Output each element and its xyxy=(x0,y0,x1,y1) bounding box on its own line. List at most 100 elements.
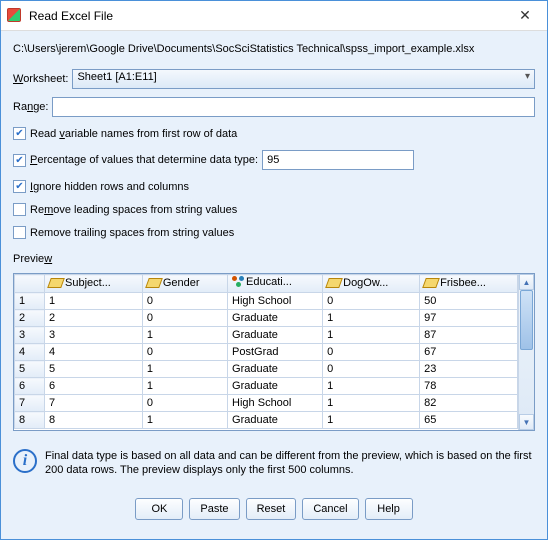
table-row[interactable]: 110High School050 xyxy=(15,293,518,310)
column-label: Educati... xyxy=(246,276,292,288)
table-row[interactable]: 661Graduate178 xyxy=(15,378,518,395)
column-label: Subject... xyxy=(65,277,111,289)
cell[interactable]: 1 xyxy=(323,327,420,344)
row-header[interactable]: 6 xyxy=(15,378,45,395)
cell[interactable]: 87 xyxy=(420,327,518,344)
table-row[interactable]: 881Graduate165 xyxy=(15,412,518,429)
cell[interactable]: 0 xyxy=(323,293,420,310)
row-header[interactable]: 7 xyxy=(15,395,45,412)
cell[interactable]: 1 xyxy=(142,412,227,429)
cell[interactable]: 50 xyxy=(420,293,518,310)
column-header[interactable]: Frisbee... xyxy=(420,275,518,293)
read-varnames-checkbox[interactable] xyxy=(13,127,26,140)
ignore-hidden-checkbox[interactable] xyxy=(13,180,26,193)
ignore-hidden-label: Ignore hidden rows and columns xyxy=(30,181,189,193)
cell[interactable]: 0 xyxy=(142,344,227,361)
cell[interactable]: PostGrad xyxy=(228,344,323,361)
cell[interactable]: Graduate xyxy=(228,378,323,395)
cancel-button[interactable]: Cancel xyxy=(302,498,358,520)
table-row[interactable]: 770High School182 xyxy=(15,395,518,412)
file-path: C:\Users\jerem\Google Drive\Documents\So… xyxy=(13,43,535,55)
cell[interactable]: 5 xyxy=(45,361,143,378)
ok-button[interactable]: OK xyxy=(135,498,183,520)
remove-leading-checkbox[interactable] xyxy=(13,203,26,216)
cell[interactable]: 1 xyxy=(323,412,420,429)
cell[interactable]: 78 xyxy=(420,378,518,395)
scroll-up-icon[interactable]: ▲ xyxy=(519,274,534,290)
titlebar: Read Excel File ✕ xyxy=(1,1,547,31)
cell[interactable]: Graduate xyxy=(228,310,323,327)
remove-leading-label: Remove leading spaces from string values xyxy=(30,204,237,216)
table-row[interactable]: 220Graduate197 xyxy=(15,310,518,327)
scroll-down-icon[interactable]: ▼ xyxy=(519,414,534,430)
app-icon xyxy=(7,8,23,24)
preview-label: Preview xyxy=(13,253,535,265)
column-header[interactable]: DogOw... xyxy=(323,275,420,293)
pct-values-input[interactable] xyxy=(262,150,414,170)
cell[interactable]: 23 xyxy=(420,361,518,378)
cell[interactable]: 0 xyxy=(142,395,227,412)
pct-values-checkbox[interactable] xyxy=(13,154,26,167)
worksheet-label: Worksheet: xyxy=(13,73,68,85)
cell[interactable]: Graduate xyxy=(228,361,323,378)
cell[interactable]: 1 xyxy=(142,378,227,395)
cell[interactable]: 1 xyxy=(142,327,227,344)
cell[interactable]: High School xyxy=(228,293,323,310)
cell[interactable]: 3 xyxy=(45,327,143,344)
range-label: Range: xyxy=(13,101,48,113)
corner-cell xyxy=(15,275,45,293)
cell[interactable]: 8 xyxy=(45,412,143,429)
cell[interactable]: 7 xyxy=(45,395,143,412)
cell[interactable]: 0 xyxy=(323,361,420,378)
read-varnames-label: Read variable names from first row of da… xyxy=(30,128,237,140)
cell[interactable]: 1 xyxy=(323,395,420,412)
ruler-icon xyxy=(327,278,341,288)
cell[interactable]: 2 xyxy=(45,310,143,327)
ruler-icon xyxy=(424,278,438,288)
cell[interactable]: 1 xyxy=(323,310,420,327)
remove-trailing-checkbox[interactable] xyxy=(13,226,26,239)
row-header[interactable]: 4 xyxy=(15,344,45,361)
cell[interactable]: 67 xyxy=(420,344,518,361)
cell[interactable]: 65 xyxy=(420,412,518,429)
cell[interactable]: Graduate xyxy=(228,327,323,344)
paste-button[interactable]: Paste xyxy=(189,498,239,520)
reset-button[interactable]: Reset xyxy=(246,498,297,520)
column-header[interactable]: Gender xyxy=(142,275,227,293)
cell[interactable]: 6 xyxy=(45,378,143,395)
column-header[interactable]: Subject... xyxy=(45,275,143,293)
column-header[interactable]: Educati... xyxy=(228,275,323,293)
row-header[interactable]: 1 xyxy=(15,293,45,310)
row-header[interactable]: 8 xyxy=(15,412,45,429)
cell[interactable]: High School xyxy=(228,395,323,412)
window-title: Read Excel File xyxy=(29,9,509,23)
table-row[interactable]: 331Graduate187 xyxy=(15,327,518,344)
cell[interactable]: 1 xyxy=(45,293,143,310)
table-row[interactable]: 440PostGrad067 xyxy=(15,344,518,361)
worksheet-combo[interactable]: Sheet1 [A1:E11] xyxy=(72,69,535,89)
cell[interactable]: 4 xyxy=(45,344,143,361)
cell[interactable]: 1 xyxy=(323,378,420,395)
help-button[interactable]: Help xyxy=(365,498,413,520)
dialog-content: C:\Users\jerem\Google Drive\Documents\So… xyxy=(1,31,547,539)
column-label: Gender xyxy=(163,277,200,289)
vertical-scrollbar[interactable]: ▲ ▼ xyxy=(518,274,534,430)
cell[interactable]: 1 xyxy=(142,361,227,378)
row-header[interactable]: 3 xyxy=(15,327,45,344)
close-icon[interactable]: ✕ xyxy=(509,4,541,28)
row-header[interactable]: 2 xyxy=(15,310,45,327)
cell[interactable]: Graduate xyxy=(228,412,323,429)
table-row[interactable]: 551Graduate023 xyxy=(15,361,518,378)
cell[interactable]: 0 xyxy=(323,344,420,361)
cell[interactable]: 82 xyxy=(420,395,518,412)
info-text: Final data type is based on all data and… xyxy=(45,449,535,478)
cell[interactable]: 97 xyxy=(420,310,518,327)
cell[interactable]: 0 xyxy=(142,293,227,310)
row-header[interactable]: 5 xyxy=(15,361,45,378)
range-input[interactable] xyxy=(52,97,535,117)
cell[interactable]: 0 xyxy=(142,310,227,327)
dialog-window: Read Excel File ✕ C:\Users\jerem\Google … xyxy=(0,0,548,540)
remove-trailing-label: Remove trailing spaces from string value… xyxy=(30,227,234,239)
scroll-thumb[interactable] xyxy=(520,290,533,350)
ruler-icon xyxy=(147,278,161,288)
